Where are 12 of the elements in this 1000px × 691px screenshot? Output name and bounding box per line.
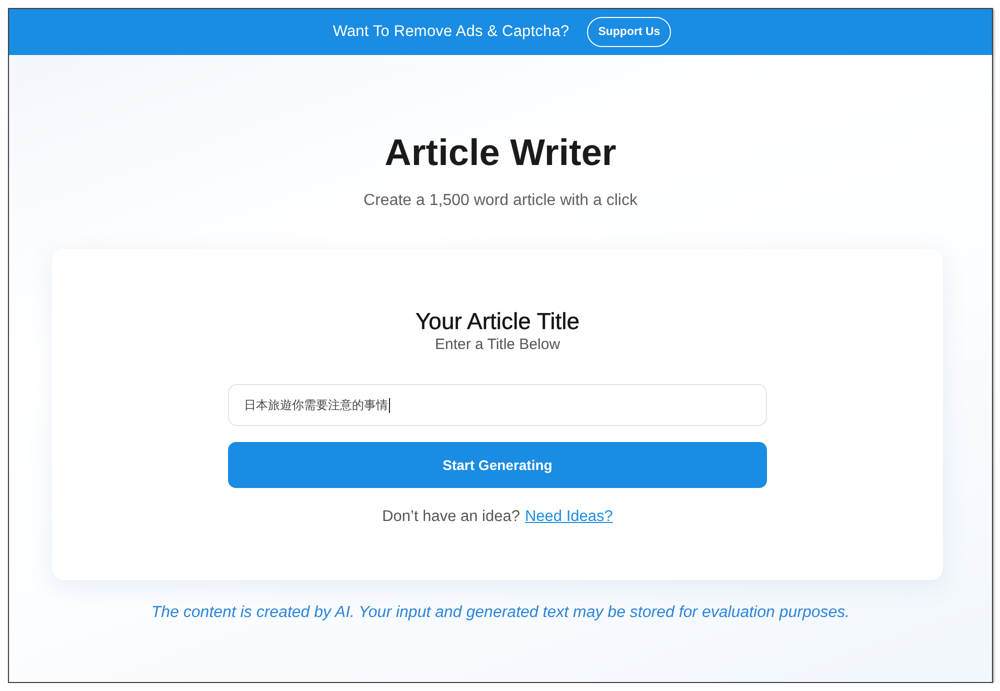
form-heading: Your Article Title [415,308,580,334]
page-title: Article Writer [384,131,616,175]
need-ideas-link[interactable]: Need Ideas? [524,508,613,526]
start-generating-button[interactable]: Start Generating [228,442,767,488]
title-input[interactable]: 日本旅遊你需要注意的事情 [228,384,767,426]
banner-text: Want To Remove Ads & Captcha? [332,23,570,41]
disclaimer-text: The content is created by AI. Your input and generated text may be stored for evaluation purposes. [151,603,850,623]
text-cursor-icon [389,398,390,412]
support-us-button[interactable]: Support Us [587,17,672,47]
page-subtitle: Create a 1,500 word article with a click [364,191,638,211]
form-subheading: Enter a Title Below [434,336,560,354]
hint-text: Don’t have an idea? [382,508,520,526]
